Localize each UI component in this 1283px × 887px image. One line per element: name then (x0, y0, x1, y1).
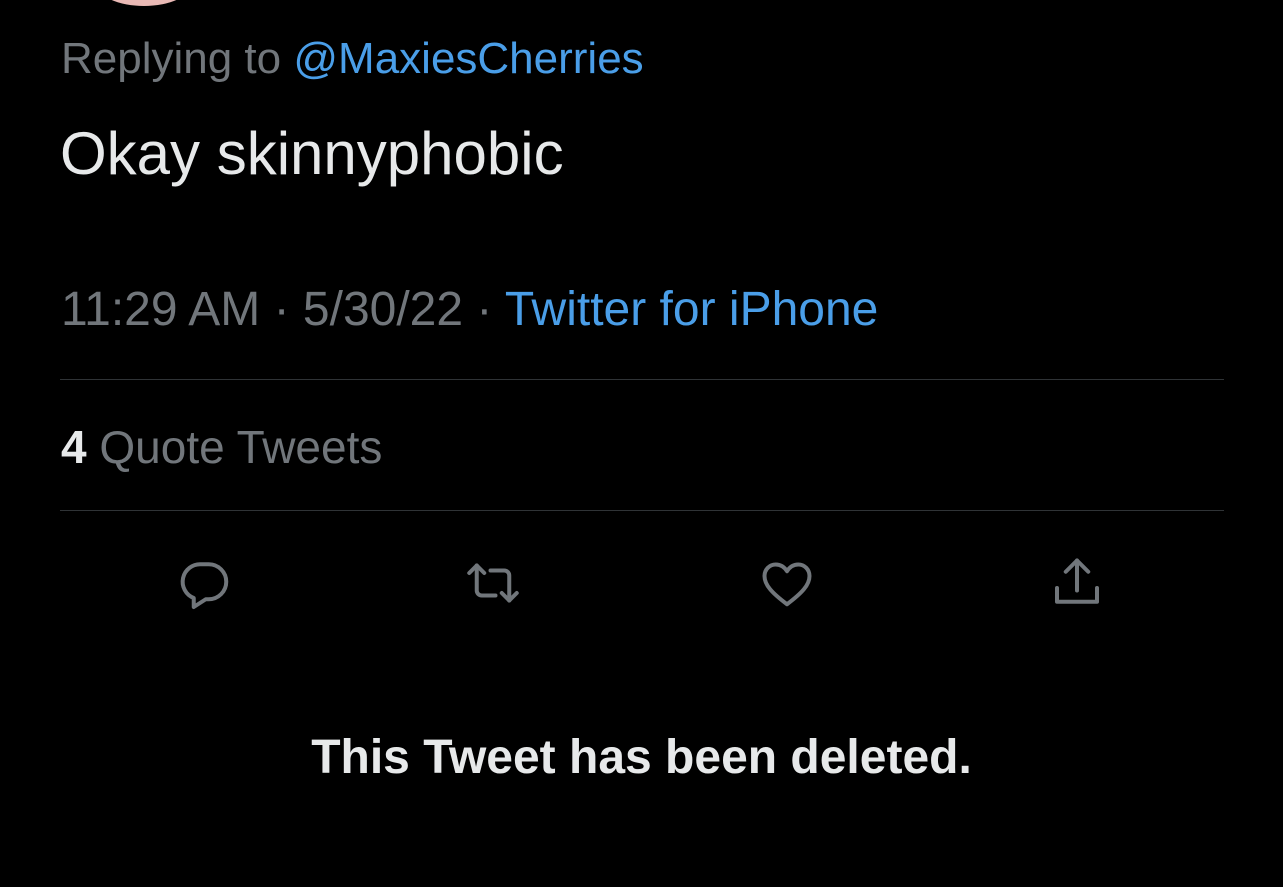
quote-tweets-count: 4 (61, 421, 87, 473)
tweet-source-link[interactable]: Twitter for iPhone (505, 283, 879, 336)
share-button[interactable] (1044, 550, 1110, 616)
tweet-date[interactable]: 5/30/22 (303, 283, 463, 336)
reply-prefix: Replying to (61, 34, 282, 83)
heart-icon (762, 562, 812, 607)
tweet-text: Okay skinnyphobic (60, 120, 564, 187)
tweet-time[interactable]: 11:29 AM (61, 283, 260, 336)
speech-bubble-icon (180, 562, 229, 609)
divider (60, 379, 1224, 380)
quote-tweets-label: Quote Tweets (99, 421, 383, 473)
retweet-arrows-icon (467, 563, 519, 603)
share-upload-icon (1055, 558, 1099, 604)
meta-separator: · (463, 283, 505, 336)
like-button[interactable] (754, 550, 820, 616)
divider (60, 510, 1224, 511)
reply-handle-link[interactable]: @MaxiesCherries (293, 34, 643, 83)
reply-button[interactable] (172, 550, 238, 616)
reply-context: Replying to @MaxiesCherries (61, 33, 644, 85)
avatar[interactable] (96, 0, 192, 6)
retweet-button[interactable] (460, 550, 526, 616)
tweet-meta: 11:29 AM · 5/30/22 · Twitter for iPhone (61, 282, 878, 338)
meta-separator: · (260, 283, 303, 336)
deleted-tweet-notice: This Tweet has been deleted. (311, 731, 972, 784)
quote-tweets-stat[interactable]: 4 Quote Tweets (61, 420, 382, 474)
